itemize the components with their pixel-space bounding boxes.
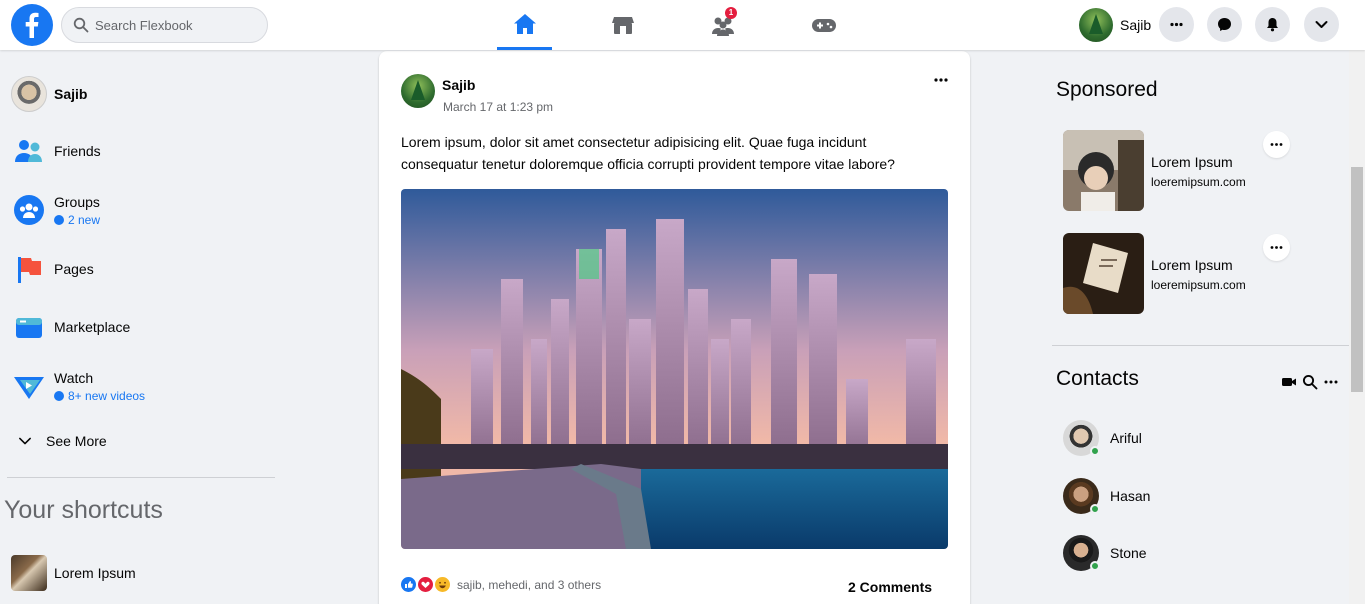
- scrollbar[interactable]: [1349, 50, 1365, 604]
- post-options-button[interactable]: [929, 73, 953, 87]
- avatar[interactable]: [401, 74, 435, 108]
- top-navbar: 1 Sajib: [0, 0, 1365, 50]
- online-status-dot: [1090, 504, 1100, 514]
- sidebar-item-profile[interactable]: Sajib: [11, 76, 87, 112]
- post-image[interactable]: [401, 189, 948, 549]
- chevron-down-icon: [11, 423, 39, 459]
- scrollbar-thumb[interactable]: [1351, 167, 1363, 392]
- contact-item[interactable]: Ariful: [1063, 420, 1142, 456]
- sponsor-url[interactable]: loeremipsum.com: [1151, 278, 1246, 292]
- sidebar-item-pages[interactable]: Pages: [11, 251, 94, 287]
- bell-icon: [1267, 18, 1278, 32]
- tab-friends[interactable]: 1: [695, 0, 750, 50]
- comments-count[interactable]: 2 Comments: [848, 579, 932, 595]
- sidebar-item-label: Groups 2 new: [54, 193, 101, 227]
- marketplace-icon: [11, 309, 47, 345]
- reactions-text: sajib, mehedi, and 3 others: [457, 577, 602, 592]
- sidebar-item-groups[interactable]: Groups 2 new: [11, 192, 100, 228]
- search-input[interactable]: [95, 17, 255, 33]
- store-icon: [611, 17, 634, 34]
- see-more-label: See More: [46, 433, 107, 449]
- tab-marketplace[interactable]: [595, 0, 650, 50]
- avatar: [1063, 420, 1100, 456]
- left-sidebar: Sajib Friends Groups 2 new Pages Marketp…: [0, 50, 280, 604]
- new-videos-badge: 8+ new videos: [54, 389, 145, 403]
- home-icon: [513, 13, 536, 34]
- more-dots-icon[interactable]: [1322, 373, 1339, 390]
- contacts-toolbar: [1280, 373, 1343, 390]
- contact-name: Ariful: [1110, 430, 1142, 446]
- like-icon: [401, 577, 416, 592]
- contacts-heading: Contacts: [1056, 367, 1139, 390]
- friends-icon: [11, 133, 47, 169]
- reactions-row[interactable]: sajib, mehedi, and 3 others: [401, 577, 601, 592]
- chevron-down-icon: [1315, 21, 1328, 28]
- flag-icon: [11, 251, 47, 287]
- contact-item[interactable]: Stone: [1063, 535, 1147, 571]
- video-call-icon[interactable]: [1280, 373, 1297, 390]
- facebook-logo-icon[interactable]: [11, 4, 53, 46]
- sponsor-thumbnail[interactable]: [1063, 130, 1144, 211]
- post-timestamp[interactable]: March 17 at 1:23 pm: [443, 100, 553, 114]
- avatar: [1063, 535, 1100, 571]
- search-icon[interactable]: [1301, 373, 1318, 390]
- avatar: [11, 76, 47, 112]
- more-dots-icon: [1170, 22, 1183, 27]
- avatar: [1063, 478, 1100, 514]
- sponsor-name[interactable]: Lorem Ipsum: [1151, 154, 1233, 170]
- online-status-dot: [1090, 446, 1100, 456]
- post-card: Sajib March 17 at 1:23 pm Lorem ipsum, d…: [379, 51, 970, 604]
- contact-name: Stone: [1110, 545, 1147, 561]
- groups-icon: [11, 192, 47, 228]
- sidebar-item-label: Friends: [54, 143, 101, 159]
- profile-chip[interactable]: Sajib: [1079, 8, 1151, 42]
- new-count-badge: 2 new: [54, 213, 100, 227]
- more-dots-icon: [1270, 246, 1283, 249]
- shortcut-label: Lorem Ipsum: [54, 565, 136, 581]
- shortcut-thumbnail: [11, 555, 47, 591]
- tab-gaming[interactable]: [796, 0, 851, 50]
- search-icon: [73, 17, 89, 33]
- divider: [7, 477, 275, 478]
- sidebar-item-friends[interactable]: Friends: [11, 133, 101, 169]
- sidebar-item-label: Sajib: [54, 86, 88, 102]
- sidebar-item-watch[interactable]: Watch 8+ new videos: [11, 368, 145, 404]
- more-dots-icon: [1270, 143, 1283, 146]
- sponsor-name[interactable]: Lorem Ipsum: [1151, 257, 1233, 273]
- watch-icon: [11, 368, 47, 404]
- post-author[interactable]: Sajib: [442, 77, 475, 93]
- sidebar-item-label: Pages: [54, 261, 94, 277]
- menu-button[interactable]: [1159, 7, 1194, 42]
- notifications-button[interactable]: [1255, 7, 1290, 42]
- account-button[interactable]: [1304, 7, 1339, 42]
- sidebar-item-marketplace[interactable]: Marketplace: [11, 309, 130, 345]
- post-text: Lorem ipsum, dolor sit amet consectetur …: [401, 134, 895, 172]
- contact-item[interactable]: Hasan: [1063, 478, 1150, 514]
- notification-badge: 1: [725, 7, 737, 19]
- sponsor-url[interactable]: loeremipsum.com: [1151, 175, 1246, 189]
- sponsor-thumbnail[interactable]: [1063, 233, 1144, 314]
- gamepad-icon: [811, 19, 836, 32]
- avatar: [1079, 8, 1113, 42]
- see-more-button[interactable]: See More: [11, 423, 107, 459]
- messenger-icon: [1218, 18, 1231, 31]
- contact-name: Hasan: [1110, 488, 1151, 504]
- love-icon: [418, 577, 433, 592]
- haha-icon: [435, 577, 450, 592]
- sponsor-options-button[interactable]: [1263, 131, 1290, 158]
- shortcut-item[interactable]: Lorem Ipsum: [11, 555, 136, 591]
- more-dots-icon: [934, 78, 948, 82]
- sidebar-item-label: Marketplace: [54, 319, 131, 335]
- tab-home[interactable]: [497, 0, 552, 50]
- sponsored-heading: Sponsored: [1056, 78, 1158, 101]
- profile-name: Sajib: [1120, 17, 1152, 33]
- sponsor-options-button[interactable]: [1263, 234, 1290, 261]
- online-status-dot: [1090, 561, 1100, 571]
- shortcuts-heading: Your shortcuts: [4, 496, 163, 524]
- messenger-button[interactable]: [1207, 7, 1242, 42]
- sidebar-item-label: Watch 8+ new videos: [54, 369, 146, 403]
- search-bar[interactable]: [61, 7, 268, 43]
- divider: [1052, 345, 1350, 346]
